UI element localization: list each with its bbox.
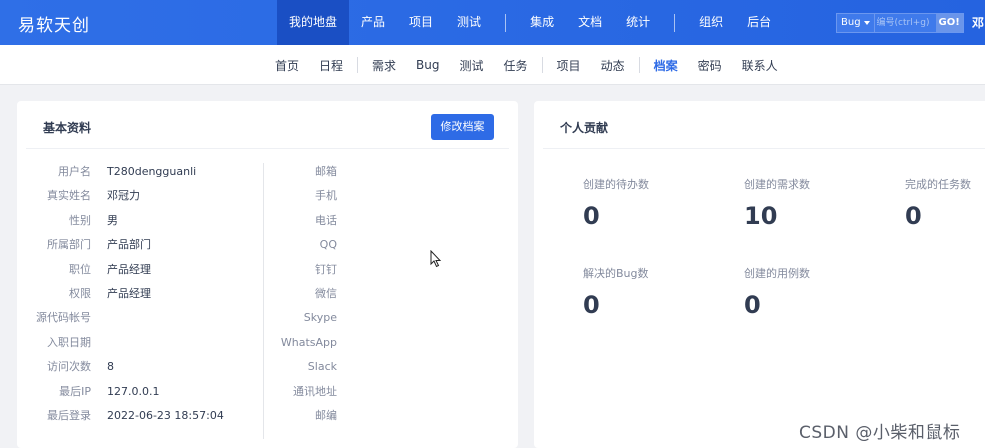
profile-field-label: 源代码帐号 [36,311,91,325]
profile-field-value: 男 [107,213,118,227]
nav-product[interactable]: 产品 [349,0,397,45]
profile-field-label: 职位 [69,262,91,276]
profile-field-label: 入职日期 [47,335,91,349]
chevron-down-icon [863,21,870,25]
subnav-home[interactable]: 首页 [265,57,309,74]
subnav-password[interactable]: 密码 [688,57,732,74]
contact-field-label: 电话 [315,213,337,227]
profile-field-value: T280dengguanli [107,165,197,178]
stat-value-cases: 0 [744,291,761,319]
contact-field-label: 通讯地址 [293,384,337,398]
nav-integration[interactable]: 集成 [518,0,566,45]
stat-label-bugs: 解决的Bug数 [583,267,649,280]
profile-field-label: 性别 [69,213,91,227]
contact-field-label: 邮箱 [315,165,337,178]
app-logo[interactable]: 易软天创 [18,11,90,36]
profile-field-label: 最后IP [59,384,91,398]
contribution-panel: 个人贡献 创建的待办数 0 创建的需求数 10 完成的任务数 0 解决的Bug数… [534,101,985,448]
contact-field-label: QQ [319,238,337,252]
nav-divider [674,13,676,32]
contact-field-label: Skype [303,311,337,325]
top-header: 易软天创 我的地盘 产品 项目 测试 集成 文档 统计 组织 后台 Bug 编号… [0,0,985,45]
subnav-story[interactable]: 需求 [362,57,406,74]
profile-field-label: 权限 [69,287,91,300]
profile-field-value: 邓冠力 [107,189,140,203]
mouse-cursor-icon [430,250,442,268]
nav-admin[interactable]: 后台 [735,0,783,45]
contribution-title: 个人贡献 [560,121,609,135]
subnav-calendar[interactable]: 日程 [309,57,353,74]
watermark: CSDN @小柴和鼠标 [799,423,961,443]
nav-test[interactable]: 测试 [445,0,493,45]
stat-value-stories: 10 [744,202,778,230]
nav-project[interactable]: 项目 [397,0,445,45]
profile-field-value: 127.0.0.1 [107,384,160,398]
profile-title: 基本资料 [43,121,92,135]
stat-value-todos: 0 [583,202,600,230]
search-input[interactable]: 编号(ctrl+g) [873,14,936,32]
subnav-bug[interactable]: Bug [406,58,449,72]
main-nav: 我的地盘 产品 项目 测试 集成 文档 统计 组织 后台 [277,0,783,45]
contribution-panel-header: 个人贡献 [543,101,985,149]
profile-field-value: 8 [107,360,114,374]
profile-field-label: 所属部门 [47,238,91,252]
subnav-contacts[interactable]: 联系人 [732,57,788,74]
contact-field-label: 钉钉 [315,262,337,276]
stat-value-tasks: 0 [905,202,922,230]
search-type-select[interactable]: Bug [837,14,874,32]
subnav-divider [541,57,543,73]
nav-stats[interactable]: 统计 [614,0,662,45]
contact-field-label: 微信 [315,287,337,300]
stat-label-cases: 创建的用例数 [744,267,810,280]
profile-field-value: 2022-06-23 18:57:04 [107,409,224,422]
subnav-dynamic[interactable]: 动态 [591,57,635,74]
field-divider [263,163,264,439]
nav-doc[interactable]: 文档 [566,0,614,45]
search-go-button[interactable]: GO! [935,14,963,32]
profile-field-label: 用户名 [58,165,91,178]
sub-nav: 首页 日程 需求 Bug 测试 任务 项目 动态 档案 密码 联系人 [0,45,985,85]
subnav-profile[interactable]: 档案 [644,57,688,74]
profile-field-value: 产品经理 [107,262,151,276]
nav-my-space[interactable]: 我的地盘 [277,0,350,45]
profile-field-value: 产品部门 [107,238,151,252]
global-search: Bug 编号(ctrl+g) GO! [836,13,964,33]
subnav-project[interactable]: 项目 [547,57,591,74]
profile-panel: 基本资料 修改档案 用户名 T280dengguanli 真实姓名 邓冠力性别 男所属部… [17,101,518,448]
stat-value-bugs: 0 [583,291,600,319]
search-type-label: Bug [841,17,861,28]
subnav-divider [638,57,640,73]
stat-label-tasks: 完成的任务数 [905,178,971,191]
subnav-test[interactable]: 测试 [450,57,494,74]
contact-field-label: 手机 [315,189,337,203]
nav-divider [505,13,507,32]
user-menu[interactable]: 邓 [972,14,984,31]
subnav-divider [357,57,359,73]
profile-field-value: 产品经理 [107,287,151,300]
stat-label-stories: 创建的需求数 [744,178,810,191]
nav-org[interactable]: 组织 [687,0,735,45]
profile-field-label: 真实姓名 [47,189,91,203]
profile-field-label: 最后登录 [47,409,91,422]
contact-field-label: WhatsApp [280,335,337,349]
contact-field-label: 邮编 [315,409,337,422]
subnav-task[interactable]: 任务 [494,57,538,74]
stat-label-todos: 创建的待办数 [583,178,649,191]
profile-field-label: 访问次数 [47,360,91,374]
contact-field-label: Slack [307,360,337,374]
profile-panel-header: 基本资料 修改档案 [26,101,509,149]
edit-profile-button[interactable]: 修改档案 [431,114,494,140]
